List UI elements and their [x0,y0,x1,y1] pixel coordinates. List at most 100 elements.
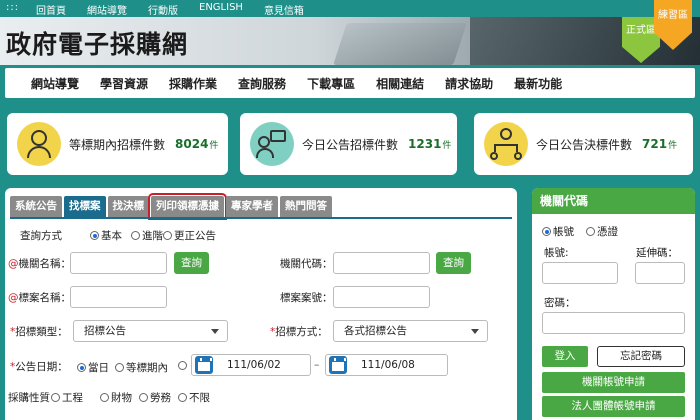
date-to-value: 111/06/08 [361,359,415,371]
nav-download[interactable]: 下載專區 [307,75,355,92]
nature-goods[interactable]: 財物 [100,390,132,405]
tender-type-select[interactable]: 招標公告 [73,320,228,342]
account-input[interactable] [542,262,618,284]
case-number-input[interactable] [333,286,430,308]
stat-label: 今日公告決標件數 [536,137,633,152]
radio-icon[interactable] [77,363,86,372]
site-header: 政府電子採購網 [0,17,700,65]
account-label: 帳號: [544,247,569,259]
password-label: 密碼： [544,297,576,309]
main-navigation: 網站導覽 學習資源 採購作業 查詢服務 下載專區 相關連結 請求協助 最新功能 [5,68,695,98]
stat-value: 8024 [175,137,209,151]
forgot-password-button[interactable]: 忘記密碼 [597,346,685,367]
case-number-label: 標案案號： [280,292,333,304]
login-panel-title: 機關代碼 [532,188,695,214]
apply-corporate-account-button[interactable]: 法人團體帳號申請 [542,396,685,417]
nav-learning[interactable]: 學習資源 [100,75,148,92]
query-mode-basic[interactable]: 基本 [90,228,122,243]
case-name-input[interactable] [70,286,167,308]
radio-icon[interactable] [586,227,595,236]
radio-icon[interactable] [178,361,187,370]
chevron-down-icon [211,329,219,334]
tender-type-label: *招標類型： [10,326,68,338]
tab-print-receipt[interactable]: 列印領標憑據 [148,193,227,220]
query-mode-advanced[interactable]: 進階 [131,228,163,243]
agency-name-label: @機關名稱： [8,258,71,270]
agency-code-input[interactable] [333,252,430,274]
login-mode-certificate[interactable]: 憑證 [586,224,618,239]
nav-new-features[interactable]: 最新功能 [514,75,562,92]
nav-sitemap[interactable]: 網站導覽 [31,75,79,92]
stat-value: 721 [642,137,668,151]
stat-unit: 件 [209,140,219,151]
calendar-icon[interactable] [329,356,347,374]
nav-query[interactable]: 查詢服務 [238,75,286,92]
top-utility-bar: ::: 回首頁 網站導覽 行動版 ENGLISH 意見信箱 [0,0,700,17]
calendar-icon[interactable] [195,356,213,374]
radio-icon[interactable] [115,363,124,372]
stat-card-today-awards[interactable]: 今日公告決標件數 721 件 [474,113,693,175]
link-mobile[interactable]: 行動版 [148,2,178,17]
stat-label: 等標期內招標件數 [69,137,166,152]
nature-services[interactable]: 勞務 [139,390,171,405]
announcement-icon [250,122,294,166]
date-from-value: 111/06/02 [227,359,281,371]
date-mode-today[interactable]: 當日 [77,360,109,375]
stat-card-open-tenders[interactable]: 等標期內招標件數 8024 件 [7,113,228,175]
chevron-down-icon [471,329,479,334]
announce-date-label: *公告日期： [10,361,68,373]
extension-label: 延伸碼： [636,247,678,259]
stat-value: 1231 [408,137,442,151]
login-mode-account[interactable]: 帳號 [542,224,574,239]
tab-experts[interactable]: 專家學者 [226,196,278,217]
radio-icon[interactable] [163,231,172,240]
tab-find-tender[interactable]: 找標案 [64,196,106,217]
nature-engineering[interactable]: 工程 [51,390,83,405]
extension-input[interactable] [635,262,685,284]
query-mode-correction[interactable]: 更正公告 [163,228,216,243]
radio-icon[interactable] [139,393,148,402]
menu-dots-icon[interactable]: ::: [6,2,19,13]
nav-links[interactable]: 相關連結 [376,75,424,92]
agency-code-label: 機關代碼： [280,258,333,270]
apply-agency-account-button[interactable]: 機關帳號申請 [542,372,685,393]
search-tabs: 系統公告 找標案 找決標 列印領標憑據 專家學者 熱門問答 [10,193,332,220]
tab-faq[interactable]: 熱門問答 [280,196,332,217]
date-range-separator: – [314,359,320,371]
tender-method-select[interactable]: 各式招標公告 [333,320,488,342]
link-feedback[interactable]: 意見信箱 [264,2,304,17]
password-input[interactable] [542,312,685,334]
stat-label: 今日公告招標件數 [302,137,399,152]
tab-system-notice[interactable]: 系統公告 [10,196,62,217]
organization-icon [484,122,528,166]
tender-method-label: *招標方式： [270,326,328,338]
link-english[interactable]: ENGLISH [199,2,243,17]
link-sitemap[interactable]: 網站導覽 [87,2,127,17]
radio-icon[interactable] [178,393,187,402]
radio-icon[interactable] [131,231,140,240]
agency-code-lookup-button[interactable]: 查詢 [436,252,471,274]
banner-laptop-image [333,23,467,65]
login-button[interactable]: 登入 [542,346,588,367]
radio-icon[interactable] [542,227,551,236]
date-mode-range[interactable] [178,360,189,372]
agency-login-panel: 機關代碼 帳號 憑證 帳號: 延伸碼： 密碼： 登入 忘記密碼 機關帳號申請 法… [532,188,695,420]
nature-any[interactable]: 不限 [178,390,210,405]
tab-underline [10,217,512,219]
radio-icon[interactable] [51,393,60,402]
date-mode-open-period[interactable]: 等標期內 [115,360,168,375]
query-mode-label: 查詢方式 [20,230,62,242]
stat-unit: 件 [442,140,452,151]
nav-help[interactable]: 請求協助 [445,75,493,92]
agency-name-input[interactable] [70,252,167,274]
tab-find-award[interactable]: 找決標 [107,196,149,217]
agency-lookup-button[interactable]: 查詢 [174,252,209,274]
link-home[interactable]: 回首頁 [36,2,66,17]
procurement-nature-label: 採購性質 [8,392,50,404]
site-title[interactable]: 政府電子採購網 [6,25,188,61]
case-name-label: @標案名稱： [8,292,71,304]
radio-icon[interactable] [90,231,99,240]
stat-card-today-tenders[interactable]: 今日公告招標件數 1231 件 [240,113,457,175]
radio-icon[interactable] [100,393,109,402]
nav-procurement[interactable]: 採購作業 [169,75,217,92]
